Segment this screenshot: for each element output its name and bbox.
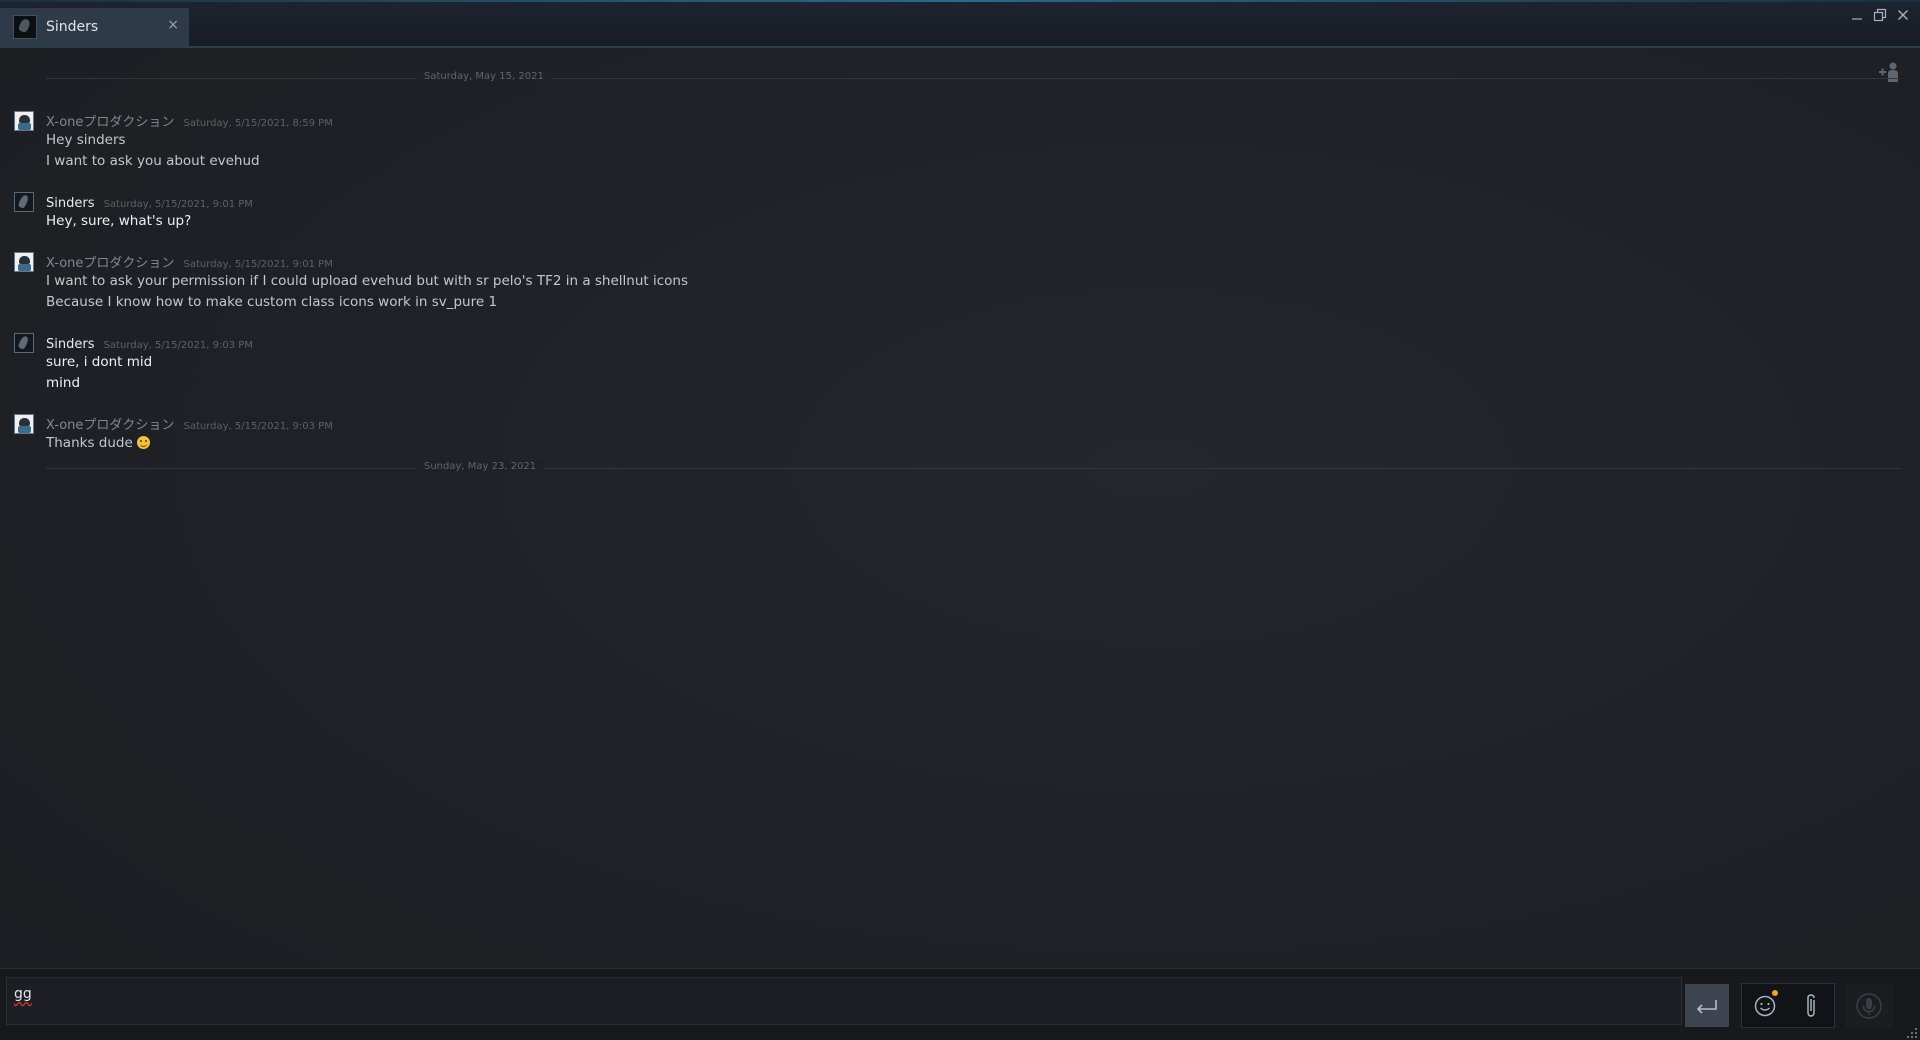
- message-text: I want to ask you about evehud: [46, 153, 260, 169]
- avatar[interactable]: [14, 192, 34, 212]
- composer-tools: [1741, 983, 1835, 1028]
- tab-close-icon[interactable]: ×: [167, 17, 179, 33]
- date-divider-label: Sunday, May 23, 2021: [416, 461, 545, 472]
- attach-button[interactable]: [1788, 984, 1834, 1027]
- message-text: Hey sinders: [46, 132, 126, 148]
- author-name[interactable]: X-oneプロダクション: [46, 256, 174, 271]
- resize-grip-icon[interactable]: [1906, 1027, 1918, 1039]
- avatar[interactable]: [14, 414, 34, 434]
- title-bar: Sinders ×: [0, 2, 1920, 48]
- author-name[interactable]: X-oneプロダクション: [46, 115, 174, 130]
- chat-window: Sinders × Saturday, May 15, 2021 X-oneプロ…: [0, 0, 1920, 1040]
- voice-chat-button[interactable]: [1845, 983, 1893, 1028]
- smiley-icon: [1754, 995, 1776, 1016]
- chat-tab-sinders[interactable]: Sinders ×: [0, 8, 189, 46]
- message-composer: [0, 968, 1920, 1040]
- message-text-content: Thanks dude: [46, 435, 133, 451]
- author-name[interactable]: Sinders: [46, 337, 94, 352]
- send-button[interactable]: [1685, 984, 1729, 1027]
- restore-icon[interactable]: [1870, 6, 1889, 24]
- message-text: Because I know how to make custom class …: [46, 294, 498, 310]
- message-input-box: [6, 977, 1682, 1025]
- date-divider: Saturday, May 15, 2021: [46, 71, 1900, 82]
- timestamp: Saturday, 5/15/2021, 8:59 PM: [183, 118, 333, 129]
- grin-emoji-icon: [136, 436, 150, 449]
- message-text: Hey, sure, what's up?: [46, 213, 192, 229]
- message-header: X-oneプロダクション Saturday, 5/15/2021, 9:01 P…: [46, 252, 333, 271]
- emoticon-button[interactable]: [1742, 984, 1788, 1027]
- message-header: Sinders Saturday, 5/15/2021, 9:03 PM: [46, 333, 253, 352]
- message-text: I want to ask your permission if I could…: [46, 273, 689, 289]
- timestamp: Saturday, 5/15/2021, 9:01 PM: [103, 199, 253, 210]
- message-header: X-oneプロダクション Saturday, 5/15/2021, 8:59 P…: [46, 111, 333, 130]
- tab-avatar: [13, 15, 37, 39]
- avatar[interactable]: [14, 333, 34, 353]
- avatar[interactable]: [14, 111, 34, 131]
- message-text: Thanks dude: [46, 435, 150, 451]
- message-text: sure, i dont mid: [46, 354, 153, 370]
- message-header: X-oneプロダクション Saturday, 5/15/2021, 9:03 P…: [46, 414, 333, 433]
- date-divider: Sunday, May 23, 2021: [46, 461, 1900, 472]
- new-emoticon-dot: [1772, 990, 1778, 996]
- message-text: mind: [46, 375, 81, 391]
- close-icon[interactable]: [1893, 6, 1912, 24]
- author-name[interactable]: Sinders: [46, 196, 94, 211]
- window-controls: [1847, 6, 1912, 24]
- timestamp: Saturday, 5/15/2021, 9:01 PM: [183, 259, 333, 270]
- timestamp: Saturday, 5/15/2021, 9:03 PM: [103, 340, 253, 351]
- tab-title: Sinders: [46, 19, 99, 35]
- minimize-icon[interactable]: [1847, 6, 1866, 24]
- message-log[interactable]: Saturday, May 15, 2021 X-oneプロダクション Satu…: [0, 48, 1920, 968]
- paperclip-icon: [1807, 993, 1815, 1017]
- microphone-icon: [1856, 992, 1882, 1019]
- message-input[interactable]: [7, 978, 1681, 1024]
- message-header: Sinders Saturday, 5/15/2021, 9:01 PM: [46, 192, 253, 211]
- date-divider-label: Saturday, May 15, 2021: [416, 71, 552, 82]
- enter-arrow-icon: [1696, 999, 1717, 1014]
- avatar[interactable]: [14, 252, 34, 272]
- timestamp: Saturday, 5/15/2021, 9:03 PM: [183, 421, 333, 432]
- author-name[interactable]: X-oneプロダクション: [46, 418, 174, 433]
